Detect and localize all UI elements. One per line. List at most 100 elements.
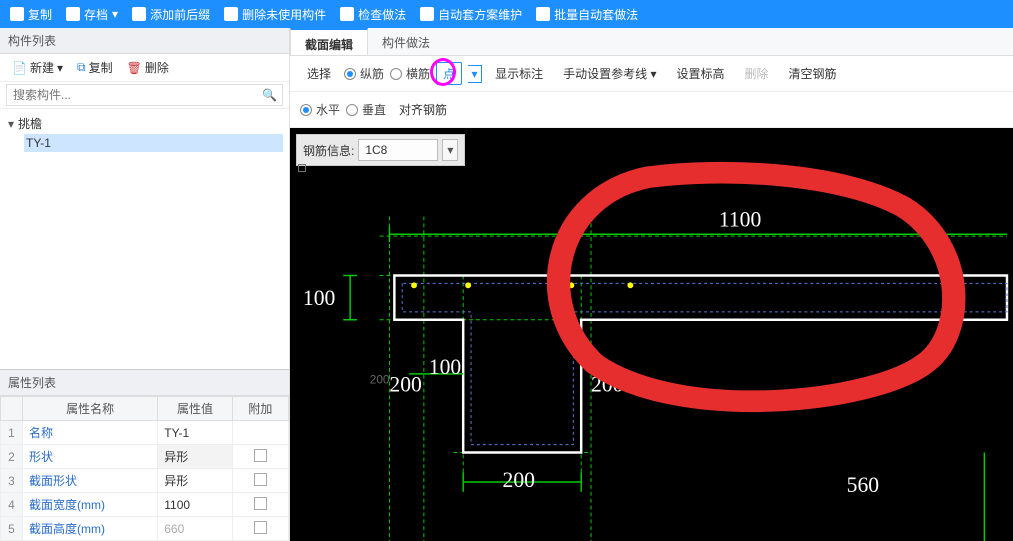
checkbox[interactable] [254, 521, 267, 534]
delete-icon: 🗑 [127, 61, 142, 75]
property-header-name: 属性名称 [23, 397, 158, 421]
section-canvas[interactable]: 钢筋信息: ▾ [290, 128, 1013, 541]
radio-horizontal-label: 水平 [316, 101, 340, 118]
show-label-button[interactable]: 显示标注 [488, 62, 550, 85]
row-num: 1 [1, 421, 23, 445]
chevron-down-icon: ▾ [112, 7, 118, 21]
section-drawing: 1100 100 100 200 200 200 200 560 [290, 128, 1013, 541]
row-value[interactable]: 异形 [158, 469, 232, 493]
manual-ref-label: 手动设置参考线 [563, 67, 647, 81]
new-button[interactable]: 📄新建▾ [6, 57, 69, 78]
row-check[interactable] [232, 517, 288, 541]
archive-icon: ▤ [66, 7, 80, 21]
table-row[interactable]: 4 截面宽度(mm) 1100 [1, 493, 289, 517]
tab-section-edit[interactable]: 截面编辑 [290, 28, 368, 55]
ribbon-auto-scheme-label: 自动套方案维护 [438, 6, 522, 23]
checkbox[interactable] [254, 473, 267, 486]
row-check[interactable] [232, 445, 288, 469]
batch-icon: ▦ [536, 7, 550, 21]
copy-button[interactable]: ⧉复制 [71, 57, 119, 78]
row-name: 名称 [23, 421, 158, 445]
clear-rebar-button[interactable]: 清空钢筋 [782, 62, 844, 85]
align-rebar-button[interactable]: 对齐钢筋 [392, 98, 454, 121]
ribbon-delete-unused-label: 删除未使用构件 [242, 6, 326, 23]
radio-vertical[interactable]: 垂直 [346, 101, 386, 118]
ribbon-delete-unused-button[interactable]: 🗑 删除未使用构件 [218, 4, 332, 25]
component-list-header: 构件列表 [0, 28, 289, 54]
row-value[interactable]: 异形 [158, 445, 232, 469]
ribbon-copy-button[interactable]: ⧉复制 [4, 4, 58, 25]
tree-parent-label: 挑檐 [18, 117, 42, 131]
table-row[interactable]: 5 截面高度(mm) 660 [1, 517, 289, 541]
row-num: 3 [1, 469, 23, 493]
delete-unused-icon: 🗑 [224, 7, 238, 21]
search-icon[interactable]: 🔍 [262, 88, 277, 102]
row-check [232, 421, 288, 445]
property-header-value: 属性值 [158, 397, 232, 421]
table-row[interactable]: 2 形状 异形 [1, 445, 289, 469]
manual-ref-button[interactable]: 手动设置参考线 ▾ [556, 62, 663, 85]
radio-vert-rebar[interactable]: 纵筋 [344, 65, 384, 82]
row-value[interactable]: 1100 [158, 493, 232, 517]
component-list-toolbar: 📄新建▾ ⧉复制 🗑删除 [0, 54, 289, 82]
tree-child-ty1[interactable]: TY-1 [24, 134, 283, 152]
tree-child-label: TY-1 [26, 136, 51, 150]
new-label: 新建 [30, 59, 54, 76]
row-value[interactable]: TY-1 [158, 421, 232, 445]
ribbon-archive-button[interactable]: ▤ 存档 ▾ [60, 4, 124, 25]
radio-horizontal[interactable]: 水平 [300, 101, 340, 118]
ribbon-check-method-button[interactable]: ✔检查做法 [334, 4, 412, 25]
ribbon-copy-label: 复制 [28, 6, 52, 23]
option-row-1: 选择 纵筋 横筋 点▾ 显示标注 手动设置参考线 ▾ 设置标高 删除 清空钢筋 [290, 56, 1013, 92]
search-input[interactable] [6, 84, 283, 106]
tab-method[interactable]: 构件做法 [368, 28, 444, 55]
ribbon-add-prefix-button[interactable]: aA添加前后缀 [126, 4, 216, 25]
ribbon-batch-method-label: 批量自动套做法 [554, 6, 638, 23]
copy-icon: ⧉ [77, 60, 86, 75]
dim-200-small: 200 [370, 373, 390, 387]
gear-icon: ⚙ [420, 7, 434, 21]
checkbox[interactable] [254, 449, 267, 462]
chevron-down-icon: ▾ [57, 61, 63, 75]
row-check[interactable] [232, 493, 288, 517]
dim-100b: 100 [429, 355, 461, 379]
option-row-2: 水平 垂直 对齐钢筋 [290, 92, 1013, 128]
row-name: 截面宽度(mm) [23, 493, 158, 517]
row-num: 4 [1, 493, 23, 517]
table-row[interactable]: 3 截面形状 异形 [1, 469, 289, 493]
radio-icon [344, 68, 356, 80]
left-panel: 构件列表 📄新建▾ ⧉复制 🗑删除 🔍 挑檐 TY-1 属性列表 属性名称 属性… [0, 28, 290, 541]
ribbon-auto-scheme-button[interactable]: ⚙ 自动套方案维护 [414, 4, 528, 25]
point-dropdown[interactable]: ▾ [468, 65, 482, 83]
dim-100a: 100 [303, 286, 335, 310]
row-check[interactable] [232, 469, 288, 493]
radio-icon [300, 104, 312, 116]
copy-label: 复制 [89, 59, 113, 76]
radio-vert-label: 纵筋 [360, 65, 384, 82]
row-num: 2 [1, 445, 23, 469]
row-name: 截面形状 [23, 469, 158, 493]
row-name: 形状 [23, 445, 158, 469]
radio-icon [390, 68, 402, 80]
ribbon-batch-method-button[interactable]: ▦ 批量自动套做法 [530, 4, 644, 25]
radio-horiz-label: 横筋 [406, 65, 430, 82]
set-elev-button[interactable]: 设置标高 [669, 62, 731, 85]
dim-200c: 200 [503, 468, 535, 492]
dim-560: 560 [847, 473, 879, 497]
search-row: 🔍 [0, 82, 289, 109]
dim-200a: 200 [389, 373, 421, 397]
select-label: 选择 [300, 62, 338, 85]
ribbon-archive-label: 存档 [84, 6, 108, 23]
ribbon-toolbar: ⧉复制 ▤ 存档 ▾ aA添加前后缀 🗑 删除未使用构件 ✔检查做法 ⚙ 自动套方案维护… [0, 0, 1013, 28]
delete-button[interactable]: 🗑删除 [121, 57, 175, 78]
row-value[interactable]: 660 [158, 517, 232, 541]
property-table: 属性名称 属性值 附加 1 名称 TY-1 2 形状 异形 3 [0, 396, 289, 541]
main-area: 构件列表 📄新建▾ ⧉复制 🗑删除 🔍 挑檐 TY-1 属性列表 属性名称 属性… [0, 28, 1013, 541]
tree-parent-tiaoyan[interactable]: 挑檐 [6, 113, 283, 134]
dim-1100: 1100 [719, 207, 761, 231]
right-panel: 截面编辑 构件做法 选择 纵筋 横筋 点▾ 显示标注 手动设置参考线 ▾ 设置标… [290, 28, 1013, 541]
table-row[interactable]: 1 名称 TY-1 [1, 421, 289, 445]
radio-horiz-rebar[interactable]: 横筋 [390, 65, 430, 82]
prefix-icon: aA [132, 7, 146, 21]
checkbox[interactable] [254, 497, 267, 510]
